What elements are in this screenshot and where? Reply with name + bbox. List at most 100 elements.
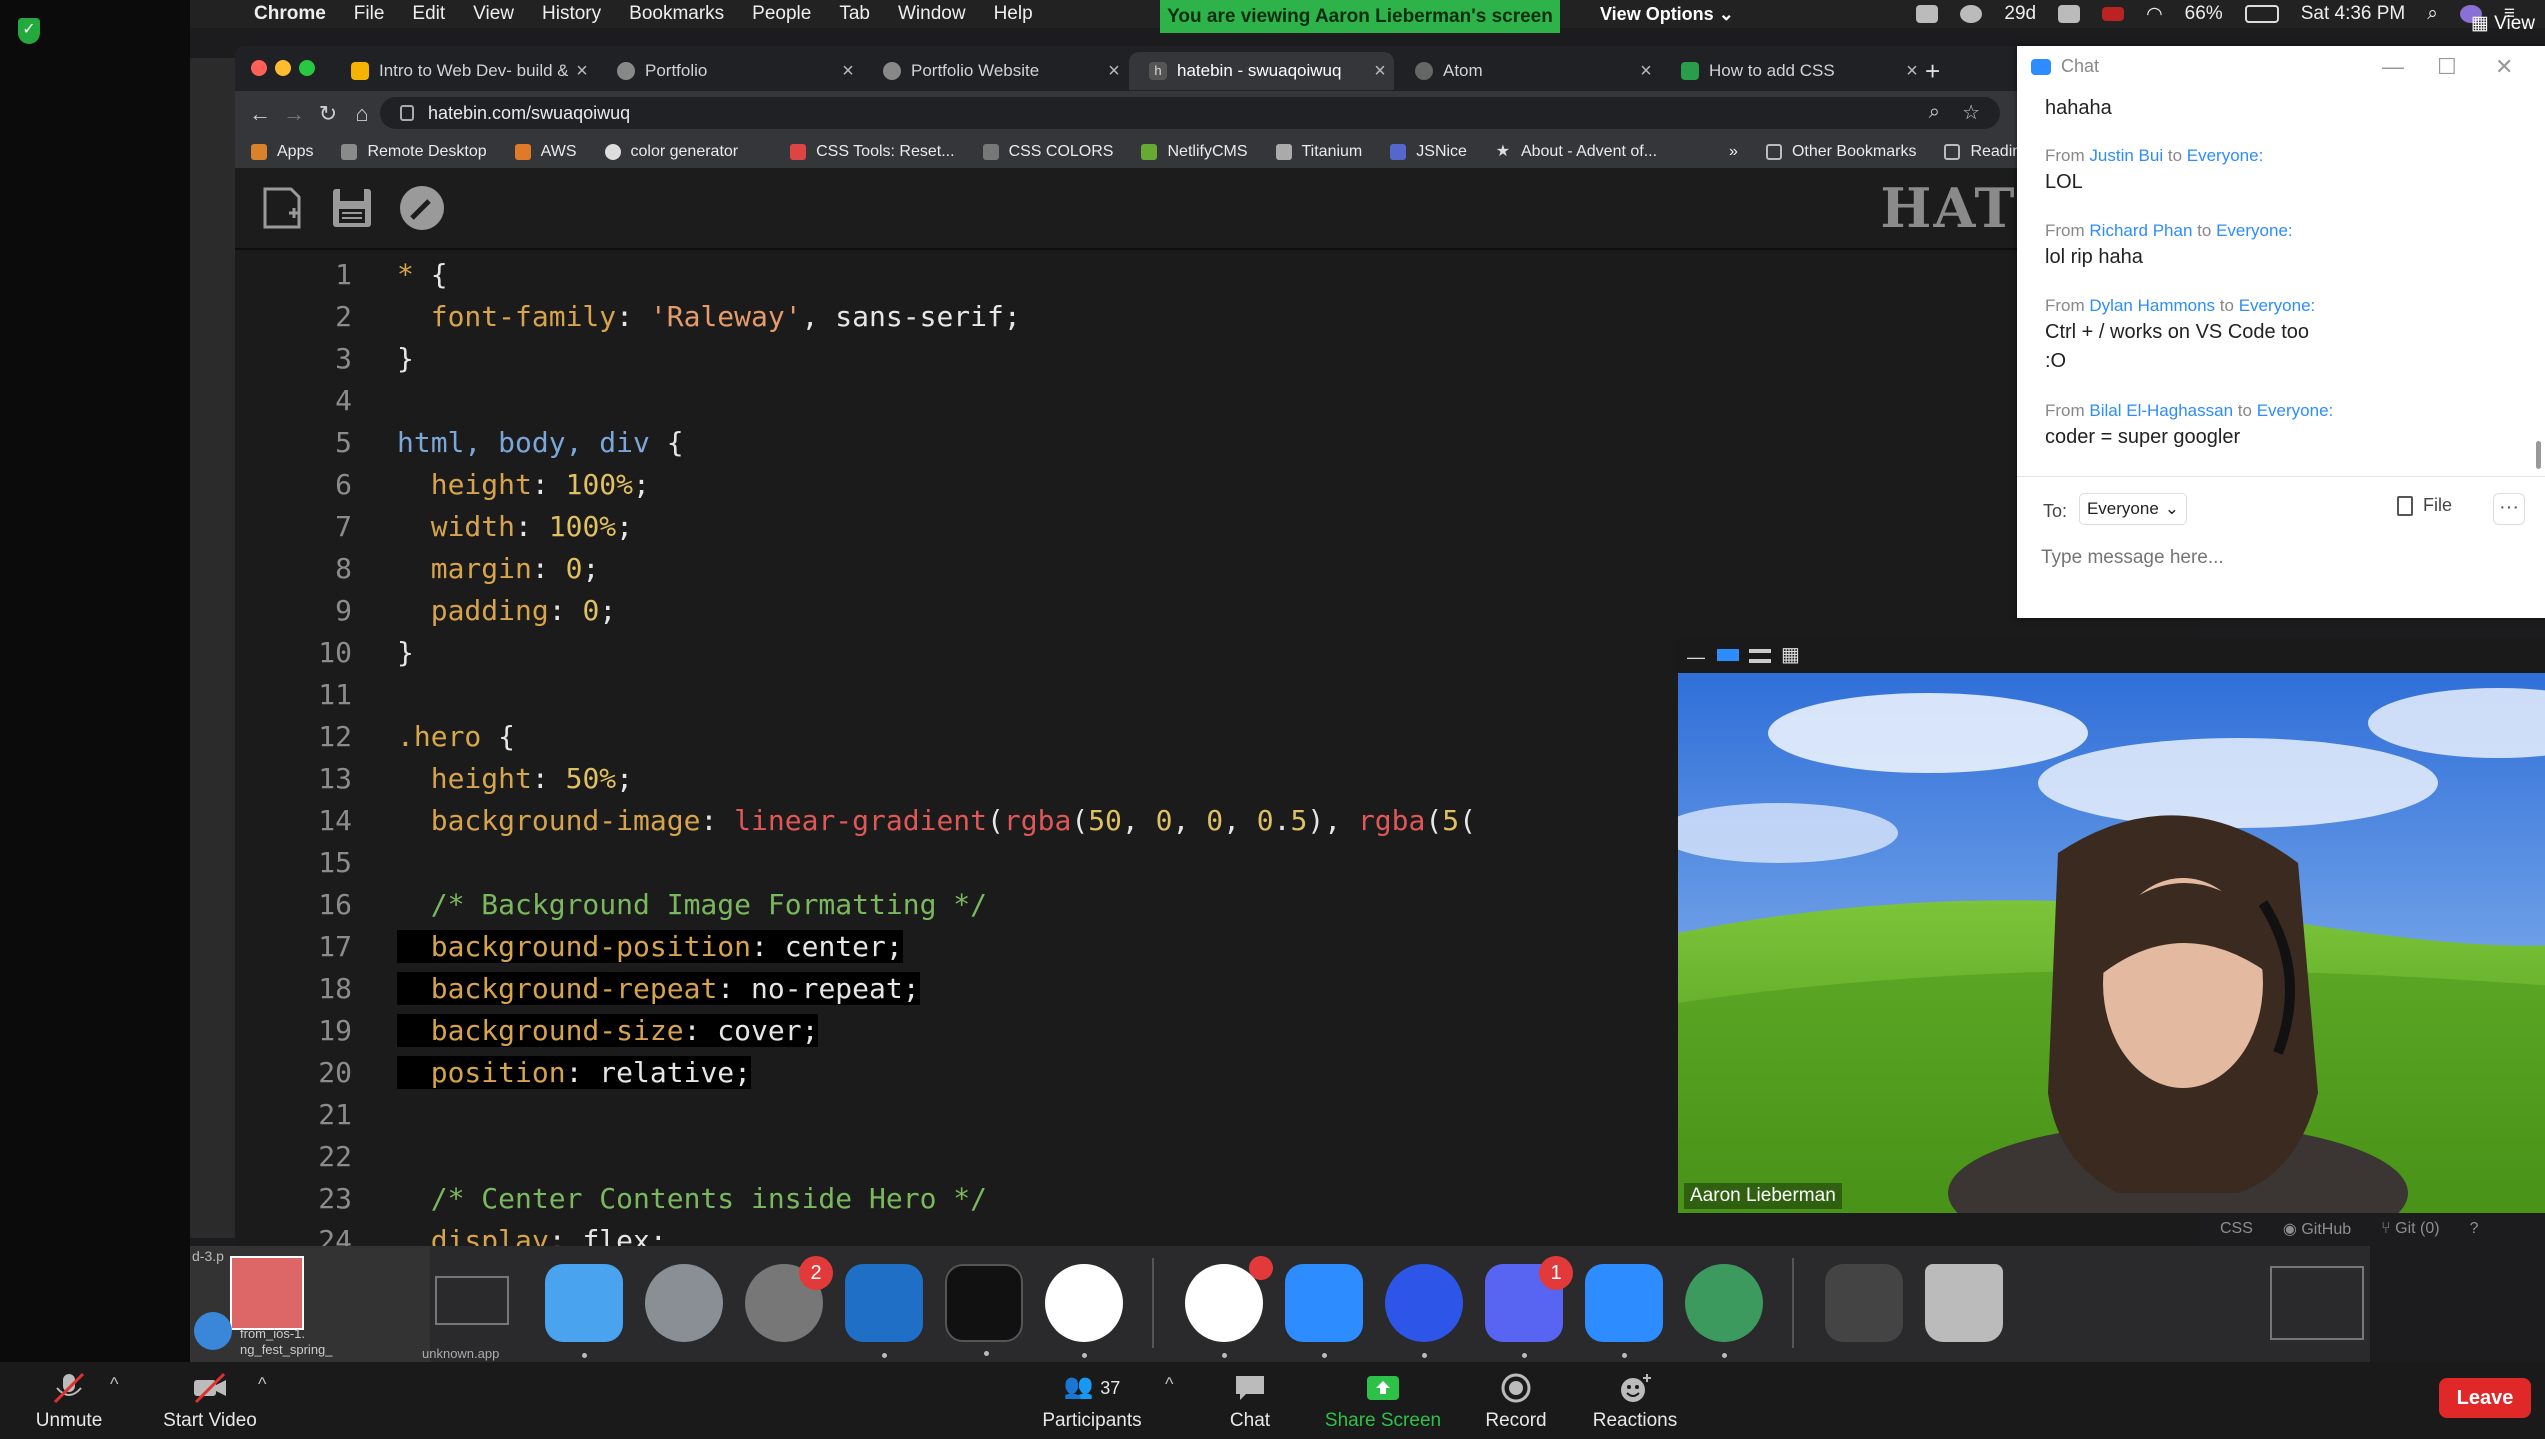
star-icon[interactable]: ☆ bbox=[1962, 100, 1980, 125]
code-line[interactable]: background-size: cover; bbox=[397, 1014, 819, 1047]
chat-button[interactable]: Chat bbox=[1210, 1372, 1290, 1432]
tab-how-to-add-css[interactable]: How to add CSS × bbox=[1661, 52, 1926, 90]
unmute-button[interactable]: Unmute bbox=[24, 1372, 114, 1432]
atom-icon[interactable] bbox=[1685, 1264, 1763, 1358]
speaker-view-icon[interactable] bbox=[1717, 649, 1739, 661]
camera-status-icon[interactable] bbox=[1916, 5, 1939, 23]
bookmark-netlifycms[interactable]: NetlifyCMS bbox=[1125, 143, 1259, 161]
image-thumbnail[interactable] bbox=[230, 1256, 304, 1330]
zoom-icon[interactable]: ⌕ bbox=[1929, 101, 1940, 124]
bookmark-titanium[interactable]: Titanium bbox=[1260, 143, 1375, 161]
bookmark-color-generator[interactable]: color generator bbox=[589, 143, 751, 161]
launchpad-icon[interactable] bbox=[645, 1264, 723, 1342]
lock-icon[interactable] bbox=[400, 105, 414, 121]
battery-percent[interactable]: 66% bbox=[2185, 3, 2223, 25]
participant-video[interactable]: Aaron Lieberman bbox=[1678, 673, 2545, 1213]
menu-bookmarks[interactable]: Bookmarks bbox=[615, 3, 738, 25]
close-icon[interactable]: × bbox=[834, 60, 862, 83]
code-line[interactable]: /* Background Image Formatting */ bbox=[397, 888, 987, 921]
code-line[interactable]: font-family: 'Raleway', sans-serif; bbox=[397, 300, 1021, 333]
new-document-icon[interactable] bbox=[257, 183, 307, 233]
close-icon[interactable]: × bbox=[568, 60, 596, 83]
code-line[interactable]: position: relative; bbox=[397, 1056, 752, 1089]
close-window-button[interactable] bbox=[251, 60, 267, 76]
menu-tab[interactable]: Tab bbox=[825, 3, 884, 25]
home-icon[interactable]: ⌂ bbox=[347, 99, 377, 129]
audio-options-chevron-icon[interactable]: ^ bbox=[110, 1374, 118, 1395]
bookmark-remote-desktop[interactable]: Remote Desktop bbox=[325, 143, 498, 161]
code-line[interactable]: height: 100%; bbox=[397, 468, 650, 501]
grammar-label[interactable]: CSS bbox=[2220, 1220, 2253, 1238]
bookmark-css-colors[interactable]: CSS COLORS bbox=[967, 143, 1126, 161]
outlook-icon[interactable] bbox=[845, 1264, 923, 1358]
bookmark-other[interactable]: Other Bookmarks bbox=[1750, 143, 1928, 161]
message-input[interactable] bbox=[2039, 539, 2523, 577]
edit-pen-icon[interactable] bbox=[397, 183, 447, 233]
bookmarks-overflow[interactable]: » bbox=[1669, 143, 1750, 161]
code-line[interactable]: html, body, div { bbox=[397, 426, 684, 459]
close-icon[interactable]: × bbox=[1100, 60, 1128, 83]
system-preferences-icon[interactable]: 2 bbox=[745, 1256, 833, 1342]
chat-scrollbar[interactable] bbox=[2536, 441, 2541, 469]
menu-file[interactable]: File bbox=[340, 3, 399, 25]
wifi-icon[interactable]: ◠ bbox=[2146, 3, 2163, 26]
flag-icon[interactable] bbox=[2102, 7, 2125, 21]
globe-icon[interactable] bbox=[1960, 5, 1983, 23]
terminal-icon[interactable] bbox=[945, 1264, 1023, 1356]
back-icon[interactable]: ← bbox=[245, 99, 275, 129]
tab-portfolio-website[interactable]: Portfolio Website × bbox=[863, 52, 1128, 90]
status-badge[interactable]: 29d bbox=[2004, 3, 2036, 25]
start-video-button[interactable]: Start Video bbox=[155, 1372, 265, 1432]
record-button[interactable]: Record bbox=[1476, 1372, 1556, 1432]
participants-chevron-icon[interactable]: ^ bbox=[1165, 1374, 1173, 1395]
s-app-icon[interactable] bbox=[2058, 5, 2081, 23]
code-line[interactable]: /* Center Contents inside Hero */ bbox=[397, 1182, 987, 1215]
code-line[interactable]: * { bbox=[397, 258, 448, 291]
reactions-button[interactable]: Reactions bbox=[1590, 1372, 1680, 1432]
save-icon[interactable] bbox=[327, 183, 377, 233]
github-status[interactable]: ◉ GitHub bbox=[2283, 1219, 2351, 1239]
menu-history[interactable]: History bbox=[528, 3, 615, 25]
bookmark-jsnice[interactable]: JSNice bbox=[1374, 143, 1479, 161]
window-thumbnail[interactable] bbox=[2270, 1266, 2364, 1340]
maximize-icon[interactable]: ☐ bbox=[2437, 54, 2457, 80]
close-icon[interactable]: ✕ bbox=[2495, 54, 2513, 80]
code-line[interactable]: width: 100%; bbox=[397, 510, 633, 543]
battery-icon[interactable] bbox=[2244, 5, 2279, 23]
close-icon[interactable]: × bbox=[1366, 60, 1394, 83]
reload-icon[interactable]: ↻ bbox=[313, 99, 343, 129]
bookmark-apps[interactable]: Apps bbox=[235, 143, 325, 161]
screenshot-stack-icon[interactable] bbox=[1825, 1264, 1903, 1342]
forward-icon[interactable]: → bbox=[279, 99, 309, 129]
menu-edit[interactable]: Edit bbox=[398, 3, 459, 25]
close-icon[interactable]: × bbox=[1632, 60, 1660, 83]
new-tab-button[interactable]: + bbox=[1925, 56, 1940, 87]
code-line[interactable]: background-image: linear-gradient(rgba(5… bbox=[397, 804, 1476, 837]
bookmark-advent-of[interactable]: ★ About - Advent of... bbox=[1479, 143, 1669, 161]
file-button[interactable]: File bbox=[2397, 495, 2452, 516]
menu-view[interactable]: View bbox=[459, 3, 528, 25]
file-label[interactable]: from_ios-1. bbox=[240, 1326, 305, 1341]
recipient-select[interactable]: Everyone ⌄ bbox=[2079, 493, 2187, 525]
file-label[interactable]: ng_fest_spring_ bbox=[240, 1342, 333, 1357]
more-options-button[interactable]: ··· bbox=[2493, 493, 2525, 525]
zoom-icon-2[interactable] bbox=[1585, 1264, 1663, 1358]
address-bar[interactable]: hatebin.com/swuaqoiwuq ⌕ ☆ bbox=[380, 97, 2000, 129]
leave-button[interactable]: Leave bbox=[2439, 1378, 2531, 1418]
app-thumbnail[interactable] bbox=[435, 1276, 509, 1325]
discord-icon[interactable]: 1 bbox=[1485, 1256, 1573, 1358]
menu-people[interactable]: People bbox=[738, 3, 825, 25]
minimize-icon[interactable]: — bbox=[2382, 54, 2404, 80]
code-line[interactable]: background-position: center; bbox=[397, 930, 903, 963]
view-options-dropdown[interactable]: View Options ⌄ bbox=[1600, 0, 1734, 28]
slack-icon[interactable] bbox=[1185, 1256, 1273, 1358]
tab-intro-web-dev[interactable]: Intro to Web Dev- build & d × bbox=[331, 52, 596, 90]
menu-window[interactable]: Window bbox=[884, 3, 980, 25]
gallery-view-icon[interactable]: ▦ bbox=[1781, 642, 1803, 666]
code-line[interactable]: height: 50%; bbox=[397, 762, 633, 795]
safari-icon[interactable] bbox=[194, 1312, 232, 1350]
zoom-icon[interactable] bbox=[1285, 1264, 1363, 1358]
code-line[interactable]: margin: 0; bbox=[397, 552, 600, 585]
code-line[interactable]: } bbox=[397, 636, 414, 669]
code-line[interactable]: } bbox=[397, 342, 414, 375]
